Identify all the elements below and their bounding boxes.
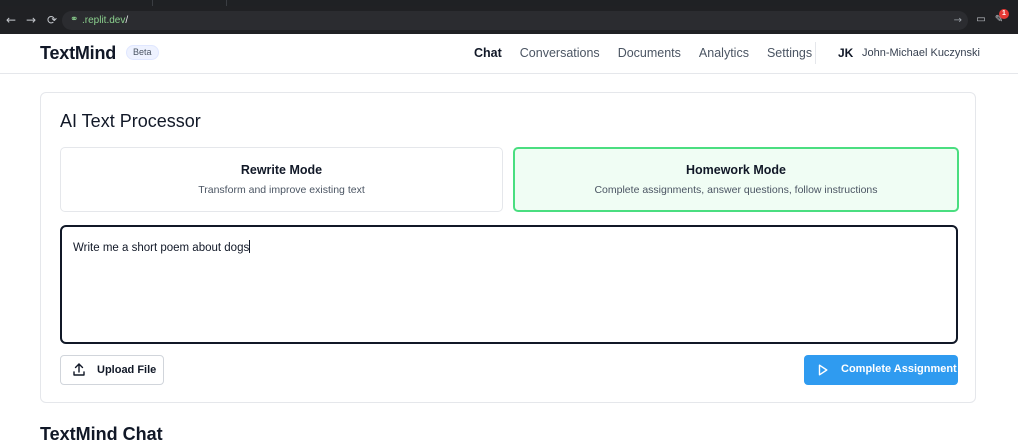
extension-badge: 1 [999, 9, 1009, 19]
header-divider [815, 42, 816, 64]
upload-icon [73, 363, 85, 377]
chat-section-title: TextMind Chat [40, 424, 163, 444]
nav-analytics[interactable]: Analytics [699, 46, 749, 60]
mode-description: Transform and improve existing text [198, 184, 365, 196]
card-title: AI Text Processor [60, 111, 201, 131]
prompt-textarea[interactable]: Write me a short poem about dogs [60, 225, 958, 344]
play-icon [818, 363, 828, 376]
beta-badge: Beta [126, 45, 159, 60]
back-arrow-icon[interactable]: ← [3, 12, 19, 28]
upload-file-button[interactable]: Upload File [60, 355, 164, 385]
user-name[interactable]: John-Michael Kuczynski [862, 46, 980, 60]
mode-title: Homework Mode [685, 163, 786, 177]
forward-arrow-icon[interactable]: → [23, 12, 39, 28]
prompt-text: Write me a short poem about dogs [73, 240, 251, 254]
browser-toolbar: ← → ⟳ ⚭ .replit.dev/ → ▭ ✎ 1 [0, 6, 1018, 34]
address-bar[interactable]: ⚭ .replit.dev/ → [62, 11, 968, 30]
rewrite-mode-option[interactable]: Rewrite Mode Transform and improve exist… [60, 147, 503, 212]
complete-assignment-button[interactable]: Complete Assignment [804, 355, 958, 385]
user-avatar[interactable]: JK [838, 46, 853, 60]
nav-conversations[interactable]: Conversations [520, 46, 600, 60]
site-info-icon[interactable]: ⚭ [70, 14, 82, 26]
reload-icon[interactable]: ⟳ [44, 12, 60, 28]
homework-mode-option[interactable]: Homework Mode Complete assignments, answ… [513, 147, 959, 212]
cast-icon[interactable]: ▭ [974, 13, 988, 27]
go-arrow-icon[interactable]: → [954, 14, 962, 27]
text-caret [249, 240, 251, 253]
nav-chat[interactable]: Chat [474, 46, 502, 60]
mode-title: Rewrite Mode [240, 163, 323, 177]
mode-description: Complete assignments, answer questions, … [594, 184, 878, 196]
app-logo[interactable]: TextMind [40, 43, 116, 64]
nav-documents[interactable]: Documents [618, 46, 681, 60]
complete-label: Complete Assignment [841, 363, 957, 375]
upload-label: Upload File [97, 364, 157, 376]
nav-settings[interactable]: Settings [767, 46, 812, 60]
text-processor-card: AI Text Processor Rewrite Mode Transform… [40, 92, 976, 403]
app-header: TextMind Beta Chat Conversations Documen… [0, 34, 1018, 74]
main-nav: Chat Conversations Documents Analytics S… [474, 46, 812, 60]
url-text: .replit.dev/ [82, 15, 129, 26]
